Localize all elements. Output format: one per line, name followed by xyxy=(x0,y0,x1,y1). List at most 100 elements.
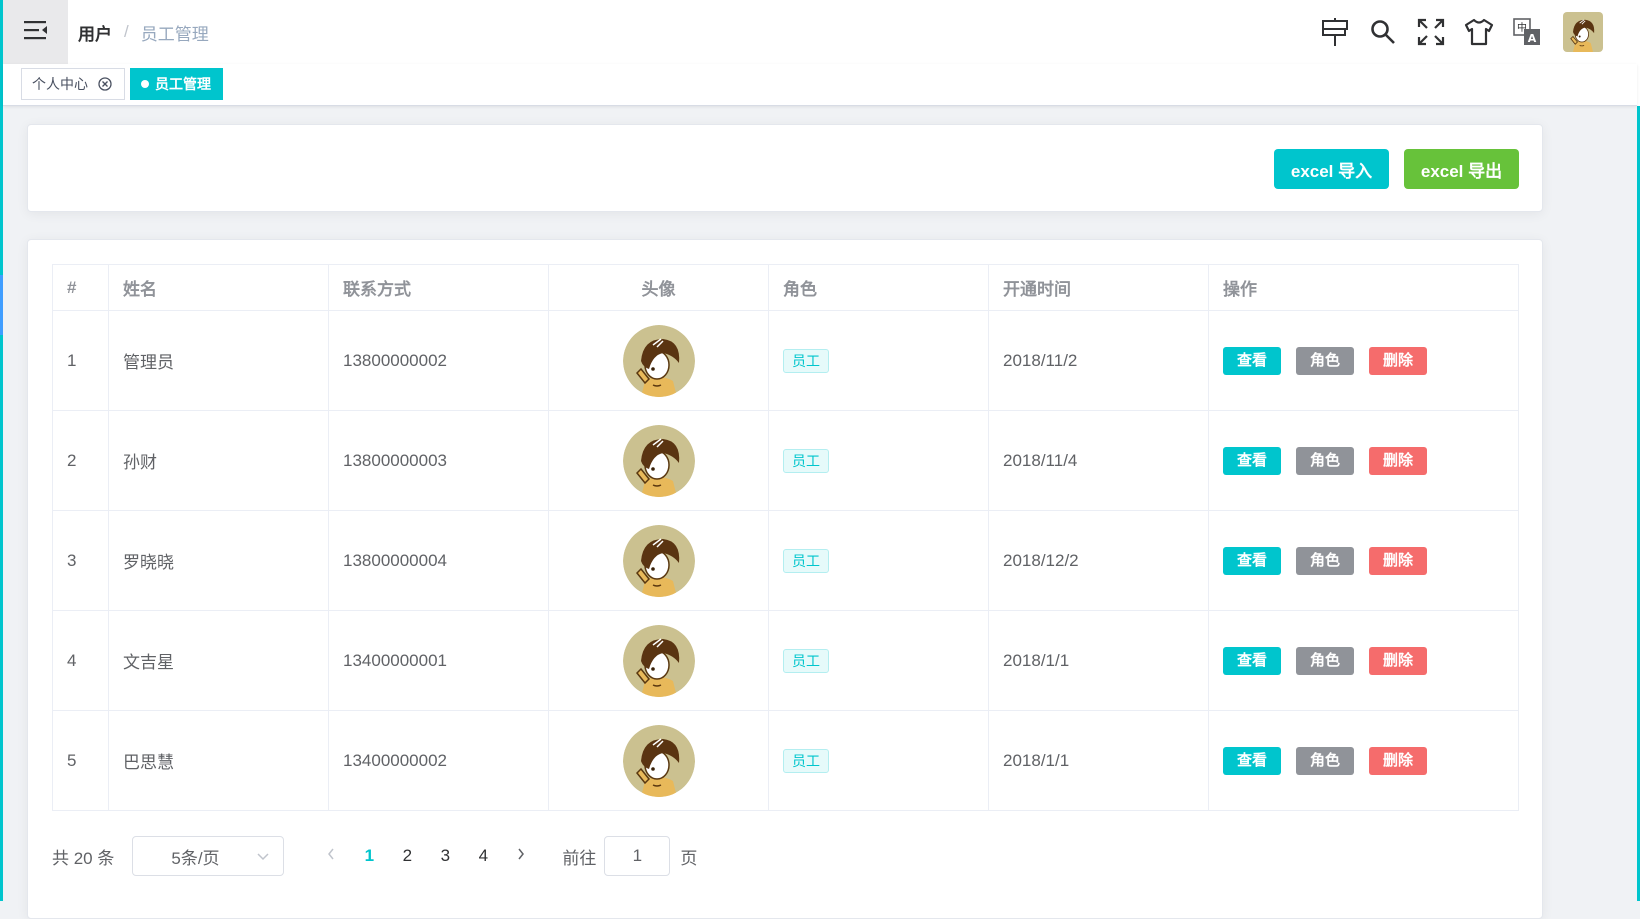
row-index: 4 xyxy=(52,610,109,711)
search-icon[interactable] xyxy=(1359,0,1407,64)
role-tag: 员工 xyxy=(783,448,829,473)
tag-employee-management[interactable]: 员工管理 xyxy=(130,68,223,100)
breadcrumb-current: 员工管理 xyxy=(140,24,209,44)
table-row: 4 文吉星 13400000001 员工 2018/1/1 查看 角色 删除 xyxy=(52,610,1519,711)
tags-view-bar: 个人中心 员工管理 xyxy=(3,64,1637,106)
row-opened: 2018/1/1 xyxy=(988,710,1209,811)
page-size-select[interactable]: 5条/页 xyxy=(132,836,285,876)
table-header-row: # 姓名 联系方式 头像 角色 开通时间 操作 xyxy=(52,264,1519,311)
pagination-total: 共 20 条 xyxy=(52,848,115,868)
pagination: 共 20 条 5条/页 1 2 3 4 前往 页 xyxy=(52,836,697,876)
employee-avatar xyxy=(623,525,695,597)
page-size-value: 5条/页 xyxy=(171,848,220,868)
row-name: 巴思慧 xyxy=(108,710,329,811)
theme-shirt-icon[interactable] xyxy=(1455,0,1503,64)
goto-page-input[interactable] xyxy=(604,836,671,876)
employee-table-card: # 姓名 联系方式 头像 角色 开通时间 操作 1 管理员 1380000000… xyxy=(27,239,1543,919)
view-button[interactable]: 查看 xyxy=(1223,346,1282,375)
right-menu: 中A xyxy=(1311,0,1637,64)
column-header-index: # xyxy=(52,264,109,311)
row-name: 孙财 xyxy=(108,410,329,511)
row-phone: 13800000002 xyxy=(328,310,549,411)
role-button[interactable]: 角色 xyxy=(1296,346,1355,375)
excel-import-button[interactable]: excel 导入 xyxy=(1274,149,1389,189)
row-opened: 2018/12/2 xyxy=(988,510,1209,611)
row-phone: 13400000001 xyxy=(328,610,549,711)
active-dot-icon xyxy=(141,80,149,88)
row-name: 文吉星 xyxy=(108,610,329,711)
breadcrumb-root[interactable]: 用户 xyxy=(78,20,112,45)
column-header-name: 姓名 xyxy=(108,264,329,311)
role-button[interactable]: 角色 xyxy=(1296,646,1355,675)
employee-avatar xyxy=(623,425,695,497)
delete-button[interactable]: 删除 xyxy=(1369,546,1428,575)
column-header-actions: 操作 xyxy=(1208,264,1519,311)
row-index: 1 xyxy=(52,310,109,411)
toolbar-card: excel 导入 excel 导出 xyxy=(27,124,1543,212)
delete-button[interactable]: 删除 xyxy=(1369,446,1428,475)
guide-icon[interactable] xyxy=(1311,0,1359,64)
role-tag: 员工 xyxy=(783,748,829,773)
close-icon[interactable] xyxy=(98,77,112,91)
delete-button[interactable]: 删除 xyxy=(1369,646,1428,675)
fullscreen-icon[interactable] xyxy=(1407,0,1455,64)
row-phone: 13800000003 xyxy=(328,410,549,511)
tag-personal-center[interactable]: 个人中心 xyxy=(21,68,125,100)
row-opened: 2018/11/4 xyxy=(988,410,1209,511)
row-index: 2 xyxy=(52,410,109,511)
user-avatar[interactable] xyxy=(1563,12,1603,52)
employee-avatar xyxy=(623,325,695,397)
role-button[interactable]: 角色 xyxy=(1296,446,1355,475)
role-tag: 员工 xyxy=(783,348,829,373)
row-index: 3 xyxy=(52,510,109,611)
delete-button[interactable]: 删除 xyxy=(1369,746,1428,775)
view-button[interactable]: 查看 xyxy=(1223,546,1282,575)
delete-button[interactable]: 删除 xyxy=(1369,346,1428,375)
column-header-opened: 开通时间 xyxy=(988,264,1209,311)
breadcrumb: 用户 / 员工管理 xyxy=(78,0,209,64)
role-button[interactable]: 角色 xyxy=(1296,546,1355,575)
employee-table: # 姓名 联系方式 头像 角色 开通时间 操作 1 管理员 1380000000… xyxy=(52,264,1519,811)
table-row: 2 孙财 13800000003 员工 2018/11/4 查看 角色 删除 xyxy=(52,410,1519,511)
page-number-3[interactable]: 3 xyxy=(426,846,464,866)
table-row: 5 巴思慧 13400000002 员工 2018/1/1 查看 角色 删除 xyxy=(52,710,1519,811)
column-header-avatar: 头像 xyxy=(548,264,769,311)
row-phone: 13800000004 xyxy=(328,510,549,611)
prev-page-button[interactable] xyxy=(312,846,350,866)
page-number-1[interactable]: 1 xyxy=(350,846,388,866)
role-button[interactable]: 角色 xyxy=(1296,746,1355,775)
view-button[interactable]: 查看 xyxy=(1223,646,1282,675)
row-name: 管理员 xyxy=(108,310,329,411)
chevron-down-icon xyxy=(257,846,269,866)
page-number-2[interactable]: 2 xyxy=(388,846,426,866)
next-page-button[interactable] xyxy=(502,846,540,866)
goto-label: 前往 xyxy=(562,848,597,868)
view-button[interactable]: 查看 xyxy=(1223,746,1282,775)
role-tag: 员工 xyxy=(783,548,829,573)
column-header-role: 角色 xyxy=(768,264,989,311)
tag-label: 员工管理 xyxy=(155,76,211,92)
page-unit-label: 页 xyxy=(680,848,698,868)
sidebar-toggle-button[interactable] xyxy=(3,0,68,64)
row-opened: 2018/1/1 xyxy=(988,610,1209,711)
tag-label: 个人中心 xyxy=(32,76,88,92)
employee-avatar xyxy=(623,725,695,797)
page-number-4[interactable]: 4 xyxy=(464,846,502,866)
row-phone: 13400000002 xyxy=(328,710,549,811)
left-accent-bar xyxy=(0,0,3,901)
language-icon[interactable]: 中A xyxy=(1503,0,1551,64)
row-opened: 2018/11/2 xyxy=(988,310,1209,411)
excel-export-button[interactable]: excel 导出 xyxy=(1404,149,1519,189)
row-name: 罗晓晓 xyxy=(108,510,329,611)
table-row: 1 管理员 13800000002 员工 2018/11/2 查看 角色 删除 xyxy=(52,310,1519,411)
employee-avatar xyxy=(623,625,695,697)
navbar: 用户 / 员工管理 中A xyxy=(3,0,1637,65)
role-tag: 员工 xyxy=(783,648,829,673)
row-index: 5 xyxy=(52,710,109,811)
table-row: 3 罗晓晓 13800000004 员工 2018/12/2 查看 角色 删除 xyxy=(52,510,1519,611)
svg-text:A: A xyxy=(1528,32,1537,45)
view-button[interactable]: 查看 xyxy=(1223,446,1282,475)
hamburger-icon xyxy=(23,20,48,45)
column-header-phone: 联系方式 xyxy=(328,264,549,311)
breadcrumb-separator: / xyxy=(124,22,129,41)
